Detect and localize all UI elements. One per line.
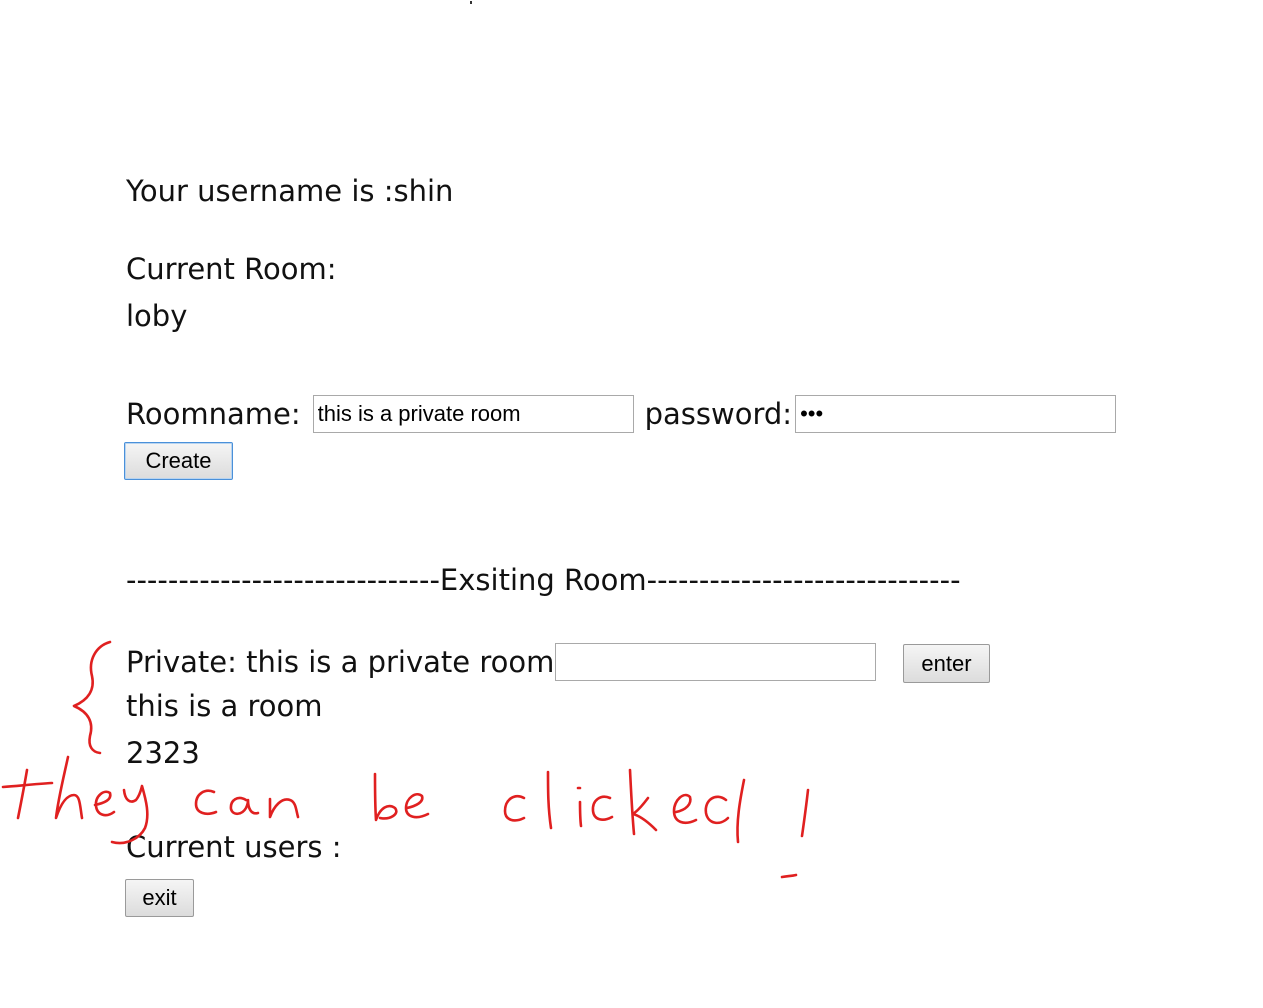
room-password-input[interactable] [555,643,877,681]
current-room-value: loby [126,299,188,333]
letter-stroke [800,788,810,838]
letter-stroke [194,789,218,816]
letter-stroke [672,793,698,824]
create-button[interactable]: Create [124,442,233,480]
curly-brace-stroke [72,640,112,755]
letter-stroke [631,796,658,832]
letter-stroke [546,770,553,830]
room-list-item[interactable]: this is a room [126,688,323,724]
letter-stroke [1,781,54,789]
roomname-label: Roomname: [126,397,301,431]
roomname-input[interactable] [312,395,634,433]
letter-stroke [503,794,526,822]
letter-stroke [591,795,614,821]
letter-stroke [54,755,84,820]
current-room-label: Current Room: [126,252,337,286]
existing-room-divider: ------------------------------Exsiting R… [126,563,961,597]
letter-stroke [93,790,116,817]
letter-stroke [736,778,746,844]
letter-stroke [268,797,300,819]
password-label: password: [644,397,793,431]
username-display: Your username is :shin [126,174,454,208]
letter-stroke [704,795,730,825]
exit-button[interactable]: exit [125,879,194,917]
room-label[interactable]: Private: this is a private room [126,644,554,680]
create-room-form: Roomname: password: [126,393,1117,435]
letter-stroke [578,800,583,828]
letter-stroke [404,793,430,819]
password-input[interactable] [795,395,1117,433]
room-list-item-private[interactable]: Private: this is a private room [126,641,877,683]
enter-room-button[interactable]: enter [903,644,990,683]
letter-stroke [16,768,29,820]
stray-mark [470,1,472,4]
letter-stroke [780,873,798,879]
letter-stroke [628,768,636,836]
current-users-label: Current users : [126,830,342,864]
letter-stroke [229,796,260,816]
room-list-item[interactable]: 2323 [126,735,200,771]
letter-stroke [373,772,398,822]
